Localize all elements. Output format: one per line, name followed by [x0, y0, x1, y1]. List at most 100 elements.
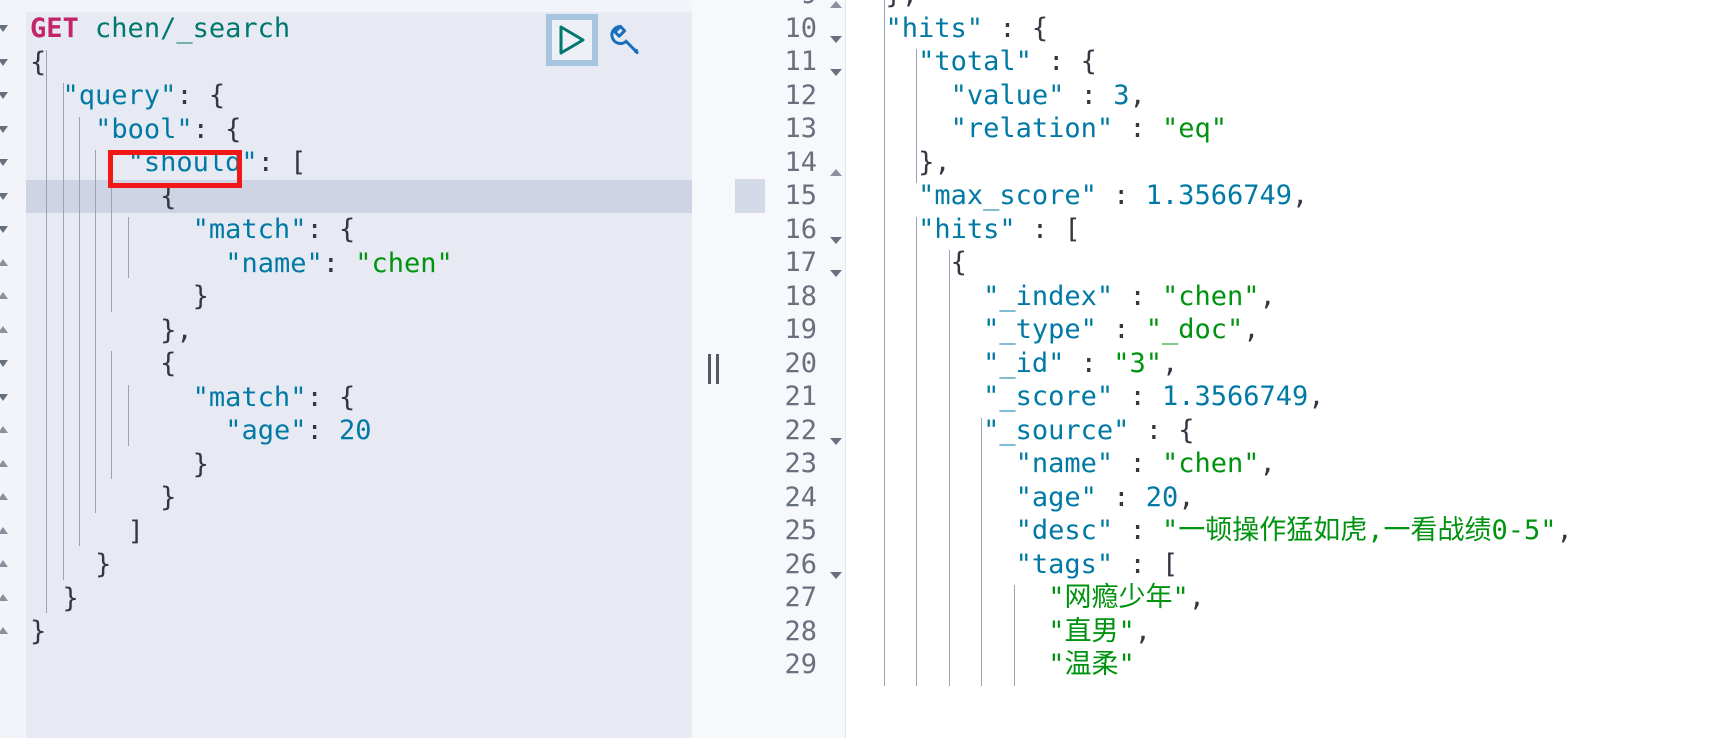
fold-down-icon-2[interactable]	[0, 55, 14, 73]
response-code-line-23[interactable]: "name" : "chen",	[845, 447, 1731, 481]
response-line-number-17[interactable]: 17	[735, 246, 845, 280]
response-line-number-13[interactable]: 13	[735, 112, 845, 146]
request-fold-gutter[interactable]	[0, 0, 26, 738]
response-code-line-27[interactable]: "网瘾少年",	[845, 581, 1731, 615]
response-code-line-22[interactable]: "_source" : {	[845, 414, 1731, 448]
indent-guide	[127, 384, 129, 446]
response-code-line-21[interactable]: "_score" : 1.3566749,	[845, 380, 1731, 414]
response-line-number-27[interactable]: 27	[735, 581, 845, 615]
response-viewer-panel[interactable]: 9 },10 "hits" : {11 "total" : {12 "value…	[735, 0, 1731, 738]
fold-up-icon[interactable]	[829, 0, 843, 8]
response-code-line-20[interactable]: "_id" : "3",	[845, 347, 1731, 381]
response-line-number-24[interactable]: 24	[735, 480, 845, 514]
fold-up-icon-19[interactable]	[0, 624, 14, 642]
fold-down-icon-6[interactable]	[0, 189, 14, 207]
fold-down-icon-1[interactable]	[0, 21, 14, 39]
fold-up-icon-15[interactable]	[0, 490, 14, 508]
request-line-14[interactable]: }	[26, 448, 692, 482]
response-line-number-10[interactable]: 10	[735, 11, 845, 45]
response-line-number-12[interactable]: 12	[735, 78, 845, 112]
response-code-line-18[interactable]: "_index" : "chen",	[845, 280, 1731, 314]
wrench-icon[interactable]	[602, 17, 648, 63]
fold-down-icon[interactable]	[829, 255, 843, 277]
response-line-number-28[interactable]: 28	[735, 614, 845, 648]
request-line-19[interactable]: }	[26, 615, 692, 649]
fold-down-icon-12[interactable]	[0, 390, 14, 408]
request-line-10[interactable]: },	[26, 314, 692, 348]
fold-down-icon[interactable]	[829, 423, 843, 445]
response-code-line-16[interactable]: "hits" : [	[845, 213, 1731, 247]
request-line-6[interactable]: {	[26, 179, 692, 213]
response-code-line-26[interactable]: "tags" : [	[845, 548, 1731, 582]
response-line-number-29[interactable]: 29	[735, 648, 845, 682]
response-line-number-9[interactable]: 9	[735, 0, 845, 12]
fold-up-icon-16[interactable]	[0, 524, 14, 542]
response-line-number-25[interactable]: 25	[735, 514, 845, 548]
request-action-toolbar[interactable]	[546, 14, 648, 66]
fold-up-icon-17[interactable]	[0, 557, 14, 575]
http-method: GET	[30, 13, 79, 44]
indent-guide	[95, 150, 96, 513]
fold-up-icon-14[interactable]	[0, 457, 14, 475]
request-line-17[interactable]: }	[26, 548, 692, 582]
fold-up-icon-18[interactable]	[0, 591, 14, 609]
fold-down-icon[interactable]	[829, 222, 843, 244]
response-code-line-9[interactable]: },	[845, 0, 1731, 12]
response-code-line-11[interactable]: "total" : {	[845, 45, 1731, 79]
fold-down-icon[interactable]	[829, 557, 843, 579]
response-line-number-11[interactable]: 11	[735, 45, 845, 79]
response-line-number-19[interactable]: 19	[735, 313, 845, 347]
request-line-5[interactable]: "should": [	[26, 146, 692, 180]
response-code-line-28[interactable]: "直男",	[845, 615, 1731, 649]
request-line-11[interactable]: {	[26, 347, 692, 381]
request-line-9[interactable]: }	[26, 280, 692, 314]
request-line-18[interactable]: }	[26, 582, 692, 616]
response-code-line-19[interactable]: "_type" : "_doc",	[845, 313, 1731, 347]
response-code-line-12[interactable]: "value" : 3,	[845, 79, 1731, 113]
request-line-13[interactable]: "age": 20	[26, 414, 692, 448]
play-icon[interactable]	[546, 14, 598, 66]
fold-down-icon[interactable]	[829, 54, 843, 76]
response-line-number-22[interactable]: 22	[735, 413, 845, 447]
fold-up-icon-9[interactable]	[0, 289, 14, 307]
request-line-15[interactable]: }	[26, 481, 692, 515]
request-line-3[interactable]: "query": {	[26, 79, 692, 113]
response-code-line-10[interactable]: "hits" : {	[845, 12, 1731, 46]
request-line-8[interactable]: "name": "chen"	[26, 247, 692, 281]
response-code-line-24[interactable]: "age" : 20,	[845, 481, 1731, 515]
response-line-number-21[interactable]: 21	[735, 380, 845, 414]
response-code-line-25[interactable]: "desc" : "一顿操作猛如虎,一看战绩0-5",	[845, 514, 1731, 548]
response-code-line-29[interactable]: "温柔"	[845, 648, 1731, 682]
request-line-7[interactable]: "match": {	[26, 213, 692, 247]
fold-down-icon-4[interactable]	[0, 122, 14, 140]
drag-handle-icon[interactable]	[708, 354, 719, 384]
fold-up-icon-10[interactable]	[0, 323, 14, 341]
response-line-number-18[interactable]: 18	[735, 279, 845, 313]
fold-up-icon[interactable]	[829, 155, 843, 176]
fold-down-icon[interactable]	[829, 21, 843, 43]
response-line-number-14[interactable]: 14	[735, 145, 845, 179]
response-line-number-16[interactable]: 16	[735, 212, 845, 246]
request-line-4[interactable]: "bool": {	[26, 113, 692, 147]
fold-down-icon-5[interactable]	[0, 155, 14, 173]
response-code-line-17[interactable]: {	[845, 246, 1731, 280]
request-line-12[interactable]: "match": {	[26, 381, 692, 415]
fold-up-icon-8[interactable]	[0, 256, 14, 274]
request-editor-panel[interactable]: GET chen/_search { "query": { "bool": { "…	[0, 0, 692, 738]
response-line-number-20[interactable]: 20	[735, 346, 845, 380]
response-code-line-15[interactable]: "max_score" : 1.3566749,	[845, 179, 1731, 213]
indent-guide	[111, 351, 113, 479]
fold-up-icon-13[interactable]	[0, 423, 14, 441]
indent-guide	[1013, 585, 1015, 686]
indent-guide	[948, 250, 950, 686]
panel-splitter[interactable]	[692, 0, 735, 738]
response-line-number-23[interactable]: 23	[735, 447, 845, 481]
request-line-16[interactable]: ]	[26, 515, 692, 549]
response-line-number-26[interactable]: 26	[735, 547, 845, 581]
response-code-line-13[interactable]: "relation" : "eq"	[845, 112, 1731, 146]
fold-down-icon-11[interactable]	[0, 356, 14, 374]
fold-down-icon-3[interactable]	[0, 88, 14, 106]
request-code-area[interactable]: GET chen/_search { "query": { "bool": { "…	[26, 12, 692, 738]
fold-down-icon-7[interactable]	[0, 222, 14, 240]
response-code-line-14[interactable]: },	[845, 146, 1731, 180]
